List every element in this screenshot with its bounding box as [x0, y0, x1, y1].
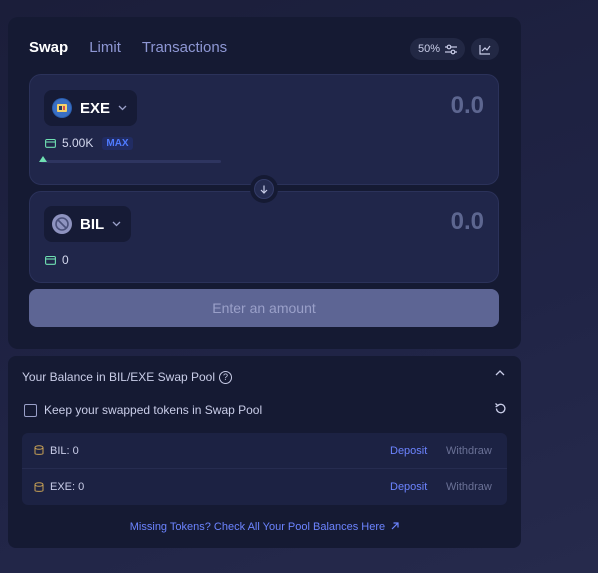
pool-row-label-wrap: EXE: 0 — [34, 481, 84, 493]
top-actions: 50% — [409, 38, 499, 60]
help-icon[interactable]: ? — [219, 370, 233, 384]
pool-row-label: BIL: 0 — [50, 444, 79, 457]
keep-tokens-label: Keep your swapped tokens in Swap Pool — [44, 403, 263, 417]
slider-thumb[interactable] — [39, 156, 47, 162]
pool-row: BIL: 0 Deposit Withdraw — [22, 433, 507, 469]
max-button[interactable]: MAX — [102, 136, 133, 150]
sliders-icon — [445, 44, 457, 54]
deposit-link[interactable]: Deposit — [390, 481, 427, 493]
bil-token-icon — [52, 214, 72, 234]
keep-tokens-checkbox[interactable] — [24, 403, 37, 417]
tab-transactions[interactable]: Transactions — [142, 39, 227, 56]
pool-balance-card: Your Balance in BIL/EXE Swap Pool ? Keep… — [8, 356, 521, 548]
exe-token-icon — [52, 98, 72, 118]
pool-balances-table: BIL: 0 Deposit Withdraw EXE: 0 Deposit W… — [22, 433, 507, 505]
coins-icon — [34, 481, 44, 492]
from-token-name: EXE — [80, 99, 111, 117]
external-arrow-icon — [391, 522, 399, 530]
switch-tokens-button[interactable] — [250, 175, 278, 203]
to-balance-row: 0 — [45, 253, 69, 267]
keep-tokens-row: Keep your swapped tokens in Swap Pool — [24, 403, 262, 417]
withdraw-link[interactable]: Withdraw — [446, 481, 492, 493]
missing-tokens-link[interactable]: Missing Tokens? Check All Your Pool Bala… — [8, 521, 521, 533]
pool-row: EXE: 0 Deposit Withdraw — [22, 469, 507, 505]
to-balance: 0 — [62, 253, 69, 267]
wallet-icon — [45, 255, 56, 265]
chart-line-icon — [479, 44, 491, 55]
deposit-link[interactable]: Deposit — [390, 445, 427, 457]
from-balance-row: 5.00K MAX — [45, 136, 133, 150]
from-balance: 5.00K — [62, 136, 94, 150]
arrow-down-icon — [260, 185, 268, 194]
withdraw-link[interactable]: Withdraw — [446, 445, 492, 457]
pool-row-label: EXE: 0 — [50, 481, 85, 493]
enter-amount-button[interactable]: Enter an amount — [29, 289, 499, 327]
to-amount-input[interactable] — [324, 208, 484, 236]
pool-row-label-wrap: BIL: 0 — [34, 445, 79, 457]
slippage-label: 50% — [417, 43, 440, 55]
from-token-selector[interactable]: EXE — [44, 90, 138, 126]
pool-title: Your Balance in BIL/EXE Swap Pool — [22, 370, 216, 384]
slippage-button[interactable]: 50% — [409, 38, 465, 60]
wallet-icon — [45, 138, 56, 148]
to-panel: BIL 0 — [29, 191, 499, 283]
tab-limit[interactable]: Limit — [89, 39, 121, 56]
to-token-selector[interactable]: BIL — [44, 206, 132, 242]
from-panel: EXE 5.00K MAX — [29, 74, 499, 185]
refresh-icon[interactable] — [494, 402, 507, 415]
amount-slider[interactable] — [39, 156, 221, 163]
from-amount-input[interactable] — [324, 92, 484, 120]
to-token-name: BIL — [80, 215, 105, 233]
chevron-down-icon — [112, 221, 121, 227]
chart-button[interactable] — [471, 38, 499, 60]
pool-header: Your Balance in BIL/EXE Swap Pool ? — [22, 370, 233, 384]
chevron-up-icon[interactable] — [495, 370, 505, 376]
swap-tabs: Swap Limit Transactions — [29, 39, 248, 56]
chevron-down-icon — [118, 105, 127, 111]
missing-tokens-label: Missing Tokens? Check All Your Pool Bala… — [129, 521, 386, 533]
coins-icon — [34, 445, 44, 455]
swap-card: Swap Limit Transactions 50% EXE 0.0 5.00… — [8, 17, 521, 349]
switch-tokens-inner — [254, 179, 274, 199]
tab-swap[interactable]: Swap — [29, 39, 68, 56]
